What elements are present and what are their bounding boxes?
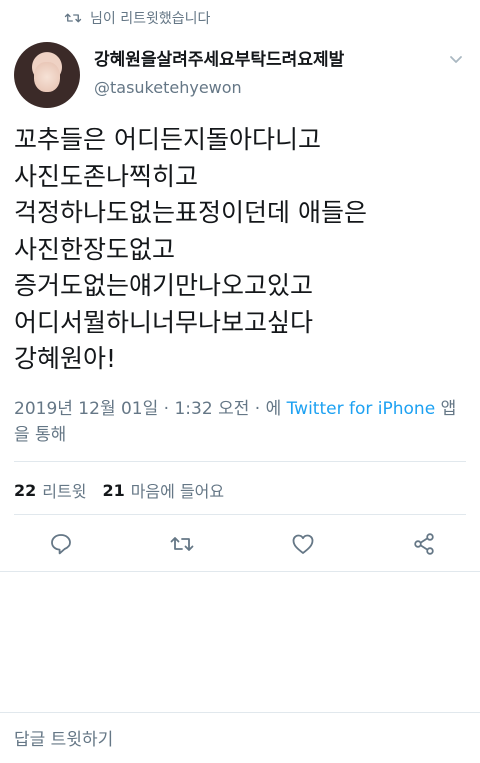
tweet-line: 증거도없는얘기만나오고있고 [14, 271, 314, 300]
like-button[interactable] [287, 528, 319, 560]
divider [0, 571, 480, 572]
reply-placeholder[interactable]: 답글 트윗하기 [14, 725, 113, 750]
tweet-meta: 2019년 12월 01일 · 1:32 오전 · 에 Twitter for … [14, 396, 466, 448]
retweet-context-label: 님이 리트윗했습니다 [90, 11, 211, 27]
divider [14, 461, 466, 462]
likes-count: 21 [102, 480, 125, 500]
via-prefix: 에 [265, 399, 282, 419]
share-button[interactable] [408, 528, 440, 560]
action-bar [0, 528, 480, 560]
avatar[interactable] [14, 42, 80, 108]
retweets-count: 22 [14, 480, 37, 500]
retweet-context[interactable]: 님이 리트윗했습니다 [64, 8, 210, 28]
likes-stat[interactable]: 21 마음에 들어요 [102, 478, 224, 502]
tweet-text: 꼬추들은 어디든지돌아다니고 사진도존나찍히고 걱정하나도없는표정이던데 애들은… [14, 122, 466, 378]
meta-separator: · [163, 399, 170, 419]
share-icon [414, 533, 434, 555]
chevron-down-icon[interactable] [446, 50, 466, 70]
retweet-button[interactable] [166, 528, 198, 560]
tweet-author: 강혜원을살려주세요부탁드려요제발 @tasuketehyewon [14, 42, 466, 108]
tweet-line: 꼬추들은 어디든지돌아다니고 [14, 125, 321, 154]
tweet-time: 1:32 오전 [174, 399, 250, 419]
author-names: 강혜원을살려주세요부탁드려요제발 @tasuketehyewon [94, 48, 446, 100]
engagement-stats: 22 리트윗 21 마음에 들어요 [14, 478, 240, 502]
meta-separator: · [254, 399, 261, 419]
likes-label: 마음에 들어요 [130, 482, 225, 501]
reply-button[interactable] [45, 528, 77, 560]
tweet-line: 어디서뭘하니너무나보고싶다 [14, 307, 314, 337]
reply-bar[interactable]: 답글 트윗하기 [0, 712, 480, 763]
retweets-stat[interactable]: 22 리트윗 [14, 478, 86, 502]
tweet-line: 걱정하나도없는표정이던데 애들은 [14, 198, 367, 227]
divider [14, 514, 466, 515]
tweet-line: 강혜원아! [14, 344, 117, 373]
retweet-icon [170, 537, 194, 551]
tweet-line: 사진도존나찍히고 [14, 161, 199, 191]
reply-icon [51, 534, 71, 555]
tweet-line: 사진한장도없고 [14, 234, 176, 264]
display-name[interactable]: 강혜원을살려주세요부탁드려요제발 [94, 48, 446, 72]
user-handle[interactable]: @tasuketehyewon [94, 76, 446, 100]
tweet-date: 2019년 12월 01일 [14, 399, 159, 419]
empty-area [0, 573, 480, 711]
retweet-icon [64, 13, 82, 23]
retweets-label: 리트윗 [42, 482, 87, 501]
client-link[interactable]: Twitter for iPhone [287, 399, 436, 419]
heart-icon [292, 534, 314, 554]
